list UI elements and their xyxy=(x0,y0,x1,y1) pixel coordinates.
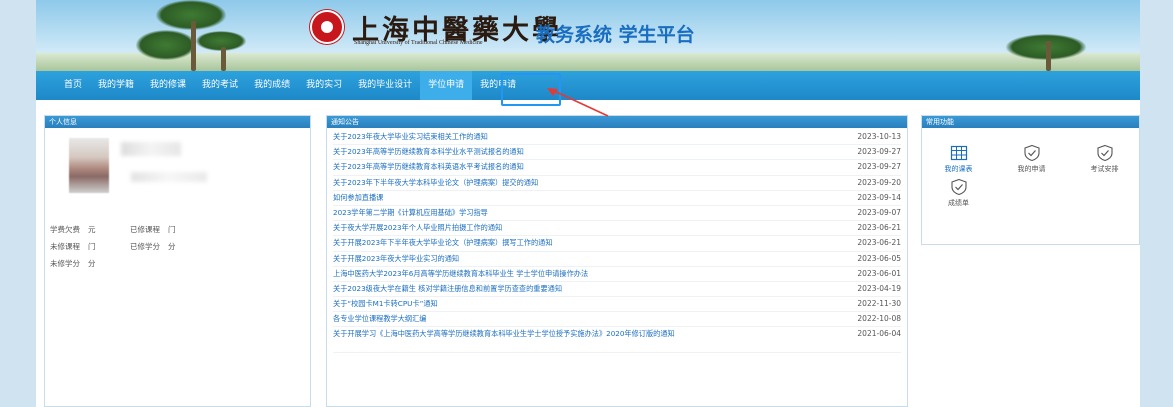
notice-link[interactable]: 各专业学位课程教学大纲汇编 xyxy=(333,312,803,324)
notice-link[interactable]: 2023学年第二学期《计算机应用基础》学习指导 xyxy=(333,206,803,218)
notice-link[interactable]: 关于开展2023年下半年夜大学毕业论文（护理病案）撰写工作的通知 xyxy=(333,236,803,248)
notice-link[interactable]: 如何参加直播课 xyxy=(333,191,803,203)
list-item: 关于开展学习《上海中医药大学高等学历继续教育本科毕业生学士学位授予实施办法》20… xyxy=(333,327,901,354)
notice-date: 2023-06-21 xyxy=(857,238,901,248)
notice-date: 2023-04-19 xyxy=(857,283,901,293)
list-item: 关于“校园卡M1卡转CPU卡”通知 2022-11-30 xyxy=(333,297,901,313)
notice-link[interactable]: 关于2023年高等学历继续教育本科英语水平考试报名的通知 xyxy=(333,160,803,172)
list-item: 关于2023年高等学历继续教育本科英语水平考试报名的通知 2023-09-27 xyxy=(333,160,901,176)
nav-my-internship[interactable]: 我的实习 xyxy=(298,71,350,100)
func-label: 考试安排 xyxy=(1090,165,1119,173)
notice-date: 2023-09-07 xyxy=(857,207,901,217)
stat-credits-earned: 已修学分分 xyxy=(130,242,176,251)
list-item: 关于开展2023年夜大学毕业实习的通知 2023-06-05 xyxy=(333,252,901,267)
notice-link[interactable]: 关于2023年下半年夜大学本科毕业论文（护理病案）提交的通知 xyxy=(333,176,803,188)
calendar-grid-icon xyxy=(950,145,967,161)
list-item: 关于2023年下半年夜大学本科毕业论文（护理病案）提交的通知 2023-09-20 xyxy=(333,176,901,191)
notice-link[interactable]: 关于“校园卡M1卡转CPU卡”通知 xyxy=(333,297,803,309)
notice-link[interactable]: 关于开展学习《上海中医药大学高等学历继续教育本科毕业生学士学位授予实施办法》20… xyxy=(333,327,803,339)
page: 上海中醫藥大學 Shanghai University of Tradition… xyxy=(36,0,1140,407)
stat-tuition-owed: 学费欠费元 xyxy=(50,225,96,234)
notice-date: 2023-10-13 xyxy=(857,132,901,141)
notice-date: 2023-09-14 xyxy=(857,192,901,202)
nav-home[interactable]: 首页 xyxy=(56,71,90,100)
list-item: 关于2023年夜大学毕业实习结束相关工作的通知 2023-10-13 xyxy=(333,130,901,146)
university-logo xyxy=(310,10,344,44)
notice-link[interactable]: 关于2023年高等学历继续教育本科学业水平测试报名的通知 xyxy=(333,145,803,157)
func-label: 我的申请 xyxy=(1017,165,1046,173)
stat-courses-remaining: 未修课程门 xyxy=(50,242,96,251)
nav-degree-application[interactable]: 学位申请 xyxy=(420,71,473,100)
notice-link[interactable]: 关于开展2023年夜大学毕业实习的通知 xyxy=(333,252,803,264)
header-banner: 上海中醫藥大學 Shanghai University of Tradition… xyxy=(36,0,1140,71)
personal-info-panel: 个人信息 学费欠费元 已修课程门 未修课程门 已修学分分 未修学分分 xyxy=(44,115,311,407)
func-label: 我的课表 xyxy=(944,165,973,173)
notices-panel: 通知公告 关于2023年夜大学毕业实习结束相关工作的通知 2023-10-13 关… xyxy=(326,115,908,407)
nav-my-grades[interactable]: 我的成绩 xyxy=(246,71,298,100)
common-functions-title: 常用功能 xyxy=(922,116,1139,128)
list-item: 关于2023级夜大学在籍生 核对学籍注册信息和前置学历查查的重要通知 2023-0… xyxy=(333,282,901,298)
list-item: 关于夜大学开展2023年个人毕业照片拍摄工作的通知 2023-06-21 xyxy=(333,221,901,237)
notice-date: 2021-06-04 xyxy=(857,329,901,339)
notice-date: 2023-09-20 xyxy=(857,177,901,187)
personal-info-title: 个人信息 xyxy=(45,116,310,128)
stat-credits-remaining: 未修学分分 xyxy=(50,259,96,268)
stat-courses-taken: 已修课程门 xyxy=(130,225,176,234)
palm-tree-decoration xyxy=(196,31,256,71)
student-photo xyxy=(69,138,109,193)
func-exam-schedule[interactable]: 考试安排 xyxy=(1068,130,1141,174)
list-item: 如何参加直播课 2023-09-14 xyxy=(333,191,901,206)
func-my-timetable[interactable]: 我的课表 xyxy=(922,130,995,174)
notice-date: 2023-06-05 xyxy=(857,253,901,263)
func-transcript[interactable]: 成绩单 xyxy=(922,178,995,222)
nav-my-thesis[interactable]: 我的毕业设计 xyxy=(350,71,420,100)
list-item: 关于2023年高等学历继续教育本科学业水平测试报名的通知 2023-09-27 xyxy=(333,145,901,161)
func-my-applications[interactable]: 我的申请 xyxy=(995,130,1068,174)
notice-link[interactable]: 关于夜大学开展2023年个人毕业照片拍摄工作的通知 xyxy=(333,221,803,233)
function-grid: 我的课表 我的申请 考试安排 成绩单 xyxy=(922,130,1141,222)
notice-date: 2022-11-30 xyxy=(857,299,901,309)
common-functions-panel: 常用功能 我的课表 我的申请 考试安排 成绩单 xyxy=(921,115,1140,245)
notice-link[interactable]: 关于2023年夜大学毕业实习结束相关工作的通知 xyxy=(333,130,803,142)
list-item: 上海中医药大学2023年6月高等学历继续教育本科毕业生 学士学位申请操作办法 20… xyxy=(333,267,901,282)
student-stats: 学费欠费元 已修课程门 未修课程门 已修学分分 未修学分分 xyxy=(50,224,300,269)
system-title: 教务系统 学生平台 xyxy=(536,24,695,46)
nav-my-exams[interactable]: 我的考试 xyxy=(194,71,246,100)
notice-date: 2023-06-21 xyxy=(857,223,901,233)
shield-check-icon xyxy=(950,178,967,196)
func-label: 成绩单 xyxy=(948,199,969,207)
nav-my-status[interactable]: 我的学籍 xyxy=(90,71,142,100)
notice-link[interactable]: 关于2023级夜大学在籍生 核对学籍注册信息和前置学历查查的重要通知 xyxy=(333,282,803,294)
redacted-name xyxy=(121,142,181,156)
redacted-id xyxy=(131,172,207,182)
notice-date: 2023-09-27 xyxy=(857,162,901,172)
shield-check-icon xyxy=(1096,144,1113,162)
notice-date: 2023-06-01 xyxy=(857,268,901,278)
notices-title: 通知公告 xyxy=(327,116,907,128)
notice-link[interactable]: 上海中医药大学2023年6月高等学历继续教育本科毕业生 学士学位申请操作办法 xyxy=(333,267,803,279)
notice-date: 2022-10-08 xyxy=(857,314,901,324)
palm-tree-decoration xyxy=(996,0,1086,71)
annotation-arrow-icon xyxy=(547,88,609,117)
notice-date: 2023-09-27 xyxy=(857,147,901,157)
shield-check-icon xyxy=(1023,144,1040,162)
list-item: 2023学年第二学期《计算机应用基础》学习指导 2023-09-07 xyxy=(333,206,901,222)
nav-my-courses[interactable]: 我的修课 xyxy=(142,71,194,100)
list-item: 各专业学位课程教学大纲汇编 2022-10-08 xyxy=(333,312,901,328)
notice-list: 关于2023年夜大学毕业实习结束相关工作的通知 2023-10-13 关于2023… xyxy=(327,128,907,354)
school-name-en: Shanghai University of Traditional Chine… xyxy=(354,40,483,46)
list-item: 关于开展2023年下半年夜大学毕业论文（护理病案）撰写工作的通知 2023-06-… xyxy=(333,236,901,252)
